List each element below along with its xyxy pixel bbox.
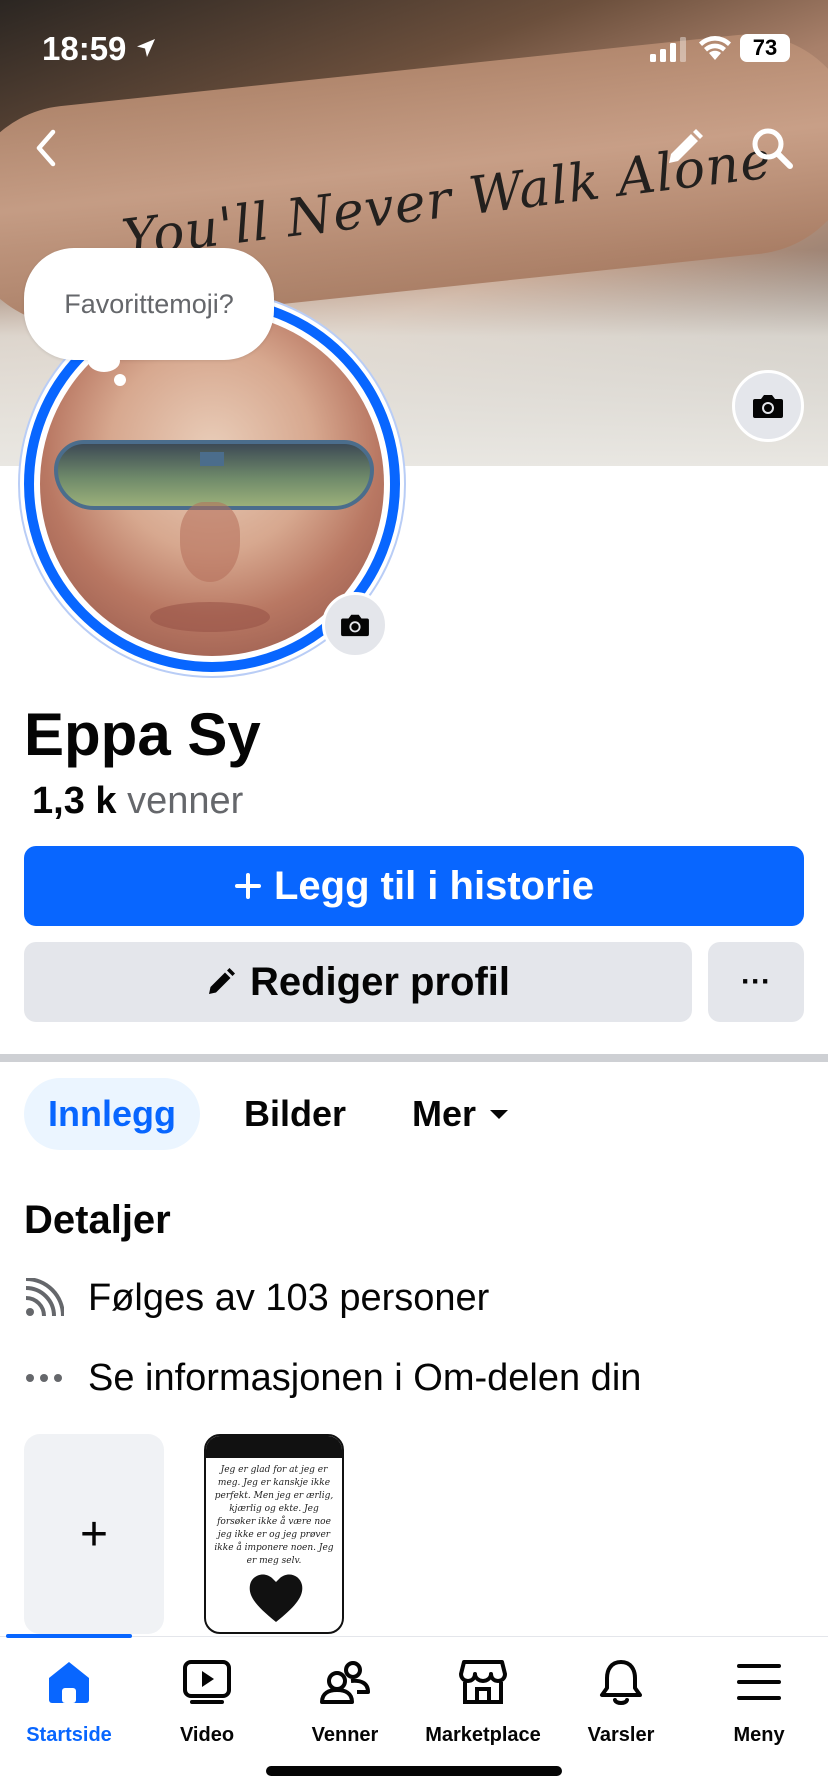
friends-icon [319, 1652, 371, 1712]
add-featured-button[interactable]: + [24, 1434, 164, 1634]
nav-marketplace[interactable]: Marketplace [414, 1652, 552, 1747]
edit-profile-label: Rediger profil [249, 959, 511, 1004]
about-info-row[interactable]: Se informasjonen i Om-delen din [24, 1348, 641, 1408]
edit-cover-button[interactable] [656, 120, 712, 176]
pencil-icon [208, 968, 235, 994]
friends-count-number: 1,3 k [32, 780, 117, 822]
story-card-text: Jeg er glad for at jeg er meg. Jeg er ka… [214, 1465, 334, 1566]
marketplace-icon [458, 1652, 508, 1712]
profile-name: Eppa Sy [24, 701, 261, 768]
followers-text: Følges av 103 personer [88, 1276, 490, 1319]
tab-posts-label: Innlegg [48, 1093, 176, 1134]
nav-video-label: Video [179, 1724, 235, 1746]
status-bar: 18:59 73 [0, 0, 828, 100]
active-tab-indicator [6, 1634, 132, 1638]
nav-marketplace-label: Marketplace [425, 1724, 541, 1746]
add-featured-plus: + [79, 1507, 109, 1561]
avatar-sunglasses [54, 440, 374, 510]
nav-home-label: Startside [26, 1724, 112, 1746]
back-button[interactable] [18, 120, 74, 176]
camera-icon [753, 395, 783, 418]
avatar-mouth [150, 602, 270, 632]
more-options-icon: ··· [741, 965, 771, 998]
nav-menu[interactable]: Meny [690, 1652, 828, 1747]
nav-menu-label: Meny [733, 1724, 785, 1746]
pencil-icon [669, 129, 703, 163]
followers-row[interactable]: Følges av 103 personer [24, 1268, 489, 1328]
home-indicator [266, 1766, 562, 1776]
bell-icon [598, 1652, 644, 1712]
bubble-tail-large [88, 350, 120, 372]
tab-more[interactable]: Mer [412, 1078, 510, 1150]
nav-home[interactable]: Startside [0, 1652, 138, 1747]
friends-count-label: venner [127, 780, 244, 822]
tab-photos[interactable]: Bilder [244, 1078, 346, 1150]
heart-icon [249, 1574, 303, 1622]
nav-friends[interactable]: Venner [276, 1652, 414, 1747]
featured-story-card[interactable]: Jeg er glad for at jeg er meg. Jeg er ka… [204, 1434, 344, 1634]
edit-profile-button[interactable]: Rediger profil [24, 942, 692, 1022]
friends-count[interactable]: 1,3 k venner [32, 780, 243, 823]
status-time: 18:59 [42, 30, 127, 67]
caret-down-icon [490, 1110, 509, 1119]
more-options-button[interactable]: ··· [708, 942, 804, 1022]
nav-video[interactable]: Video [138, 1652, 276, 1747]
search-button[interactable] [744, 120, 800, 176]
cover-camera-button[interactable] [732, 370, 804, 442]
plus-icon [234, 873, 261, 899]
rss-icon [24, 1278, 88, 1318]
avatar-camera-button[interactable] [322, 592, 388, 658]
nav-notifications-label: Varsler [587, 1724, 655, 1746]
add-to-story-label: Legg til i historie [273, 863, 595, 908]
battery-indicator: 73 [740, 34, 790, 62]
avatar-sunglasses-bridge [200, 452, 224, 466]
emoji-prompt-text: Favorittemoji? [64, 288, 234, 319]
nav-notifications[interactable]: Varsler [552, 1652, 690, 1747]
emoji-prompt-bubble[interactable]: Favorittemoji? [24, 248, 274, 360]
details-heading: Detaljer [24, 1198, 171, 1242]
ellipsis-icon [24, 1373, 88, 1383]
home-icon [45, 1652, 93, 1712]
wifi-icon [699, 36, 731, 60]
tab-more-label: Mer [412, 1093, 477, 1134]
cellular-signal-icon [650, 37, 686, 62]
tab-posts[interactable]: Innlegg [24, 1078, 200, 1150]
chevron-left-icon [36, 129, 56, 167]
tab-photos-label: Bilder [244, 1093, 347, 1134]
story-card-topbar [206, 1436, 342, 1458]
section-divider [0, 1054, 828, 1062]
about-info-text: Se informasjonen i Om-delen din [88, 1356, 642, 1399]
avatar-nose [180, 502, 240, 582]
add-to-story-button[interactable]: Legg til i historie [24, 846, 804, 926]
menu-icon [737, 1652, 781, 1712]
camera-icon [341, 614, 369, 637]
video-icon [182, 1652, 232, 1712]
search-icon [752, 128, 793, 169]
nav-friends-label: Venner [311, 1724, 379, 1746]
location-arrow-icon [137, 39, 155, 57]
bubble-tail-small [114, 374, 126, 386]
